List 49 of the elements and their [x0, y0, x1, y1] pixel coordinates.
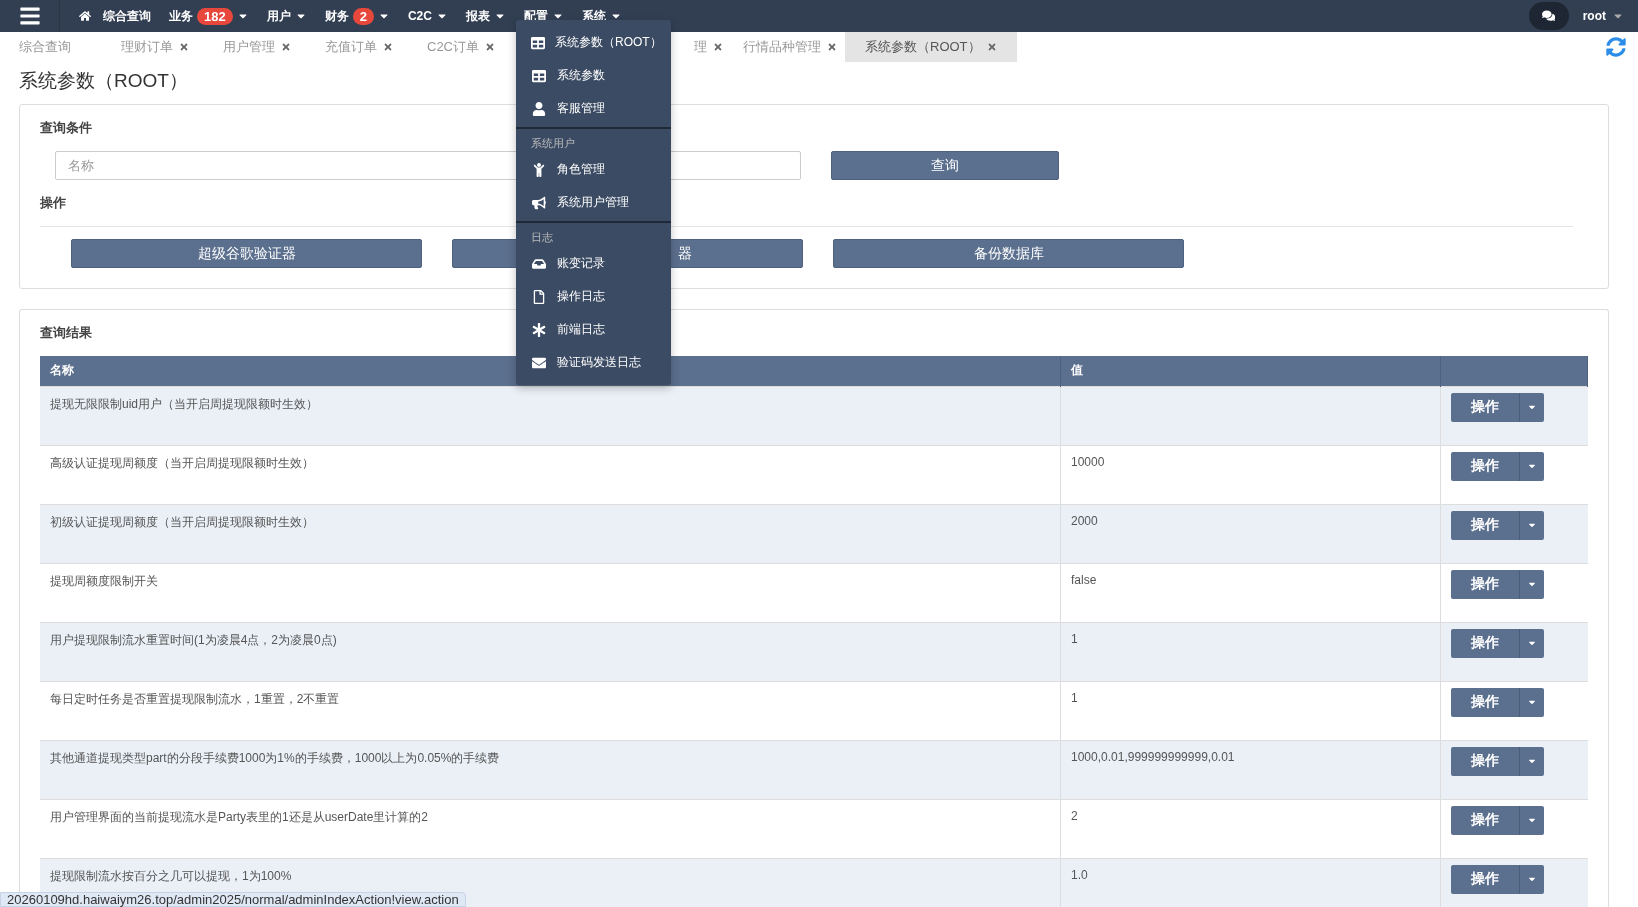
nav-label: 业务 — [169, 7, 193, 25]
tab-label: 行情品种管理 — [743, 38, 821, 56]
menu-label: 角色管理 — [557, 161, 605, 178]
nav-label: C2C — [407, 9, 432, 23]
page-title: 系统参数（ROOT） — [19, 69, 188, 93]
table-cell: 1.0 — [1060, 858, 1441, 907]
tab-label: 用户管理 — [223, 38, 275, 56]
tab-label: 理财订单 — [121, 38, 173, 56]
table-cell: 提现周额度限制开关 — [40, 563, 1061, 622]
tab-label: 充值订单 — [325, 38, 377, 56]
table-cell: 2 — [1060, 799, 1441, 858]
menu-label: 账变记录 — [557, 255, 605, 272]
tab-label: 系统参数（ROOT） — [865, 38, 981, 56]
table-cell: 1 — [1060, 622, 1441, 681]
tab-label: C2C订单 — [427, 38, 479, 56]
table-cell: 10000 — [1060, 445, 1441, 504]
table-cell: 其他通道提现类型part的分段手续费1000为1%的手续费，1000以上为0.05%的手续费 — [40, 740, 1061, 799]
table-cell: 1000,0.01,999999999999,0.01 — [1060, 740, 1441, 799]
menu-label: 系统参数 — [557, 67, 605, 84]
table-cell: 提现无限限制uid用户（当开启周提现限额时生效） — [40, 386, 1061, 445]
section-title: 查询结果 — [40, 324, 92, 342]
status-url: 20260109hd.haiwaiym26.top/admin2025/normal/adminIndexAction!view.action — [0, 892, 466, 907]
menu-label: 操作日志 — [557, 288, 605, 305]
menu-label: 系统用户管理 — [557, 194, 629, 211]
tab-label: 理 — [694, 38, 707, 56]
menu-label: 验证码发送日志 — [557, 354, 641, 371]
tab-label: 综合查询 — [19, 38, 71, 56]
column-header: 值 — [1060, 356, 1441, 386]
table-cell: 用户管理界面的当前提现流水是Party表里的1还是从userDate里计算的2 — [40, 799, 1061, 858]
menu-header: 日志 — [530, 230, 554, 245]
table-cell: 初级认证提现周额度（当开启周提现限额时生效） — [40, 504, 1061, 563]
menu-label: 客服管理 — [557, 100, 605, 117]
count-badge: 2 — [352, 7, 374, 25]
nav-label: 综合查询 — [103, 7, 151, 25]
count-badge: 182 — [197, 7, 233, 25]
section-title: 操作 — [40, 194, 66, 212]
table-cell: 高级认证提现周额度（当开启周提现限额时生效） — [40, 445, 1061, 504]
table-cell: 每日定时任务是否重置提现限制流水，1重置，2不重置 — [40, 681, 1061, 740]
menu-label: 系统参数（ROOT） — [555, 34, 662, 51]
nav-label: 用户 — [266, 7, 291, 25]
section-title: 查询条件 — [40, 119, 92, 137]
nav-label: 报表 — [465, 7, 490, 25]
menu-header: 系统用户 — [530, 136, 576, 151]
table-cell: 2000 — [1060, 504, 1441, 563]
menu-label: 前端日志 — [557, 321, 605, 338]
table-cell: 用户提现限制流水重置时间(1为凌晨4点，2为凌晨0点) — [40, 622, 1061, 681]
table-cell: false — [1060, 563, 1441, 622]
nav-label: 财务 — [324, 7, 349, 25]
table-cell: 1 — [1060, 681, 1441, 740]
